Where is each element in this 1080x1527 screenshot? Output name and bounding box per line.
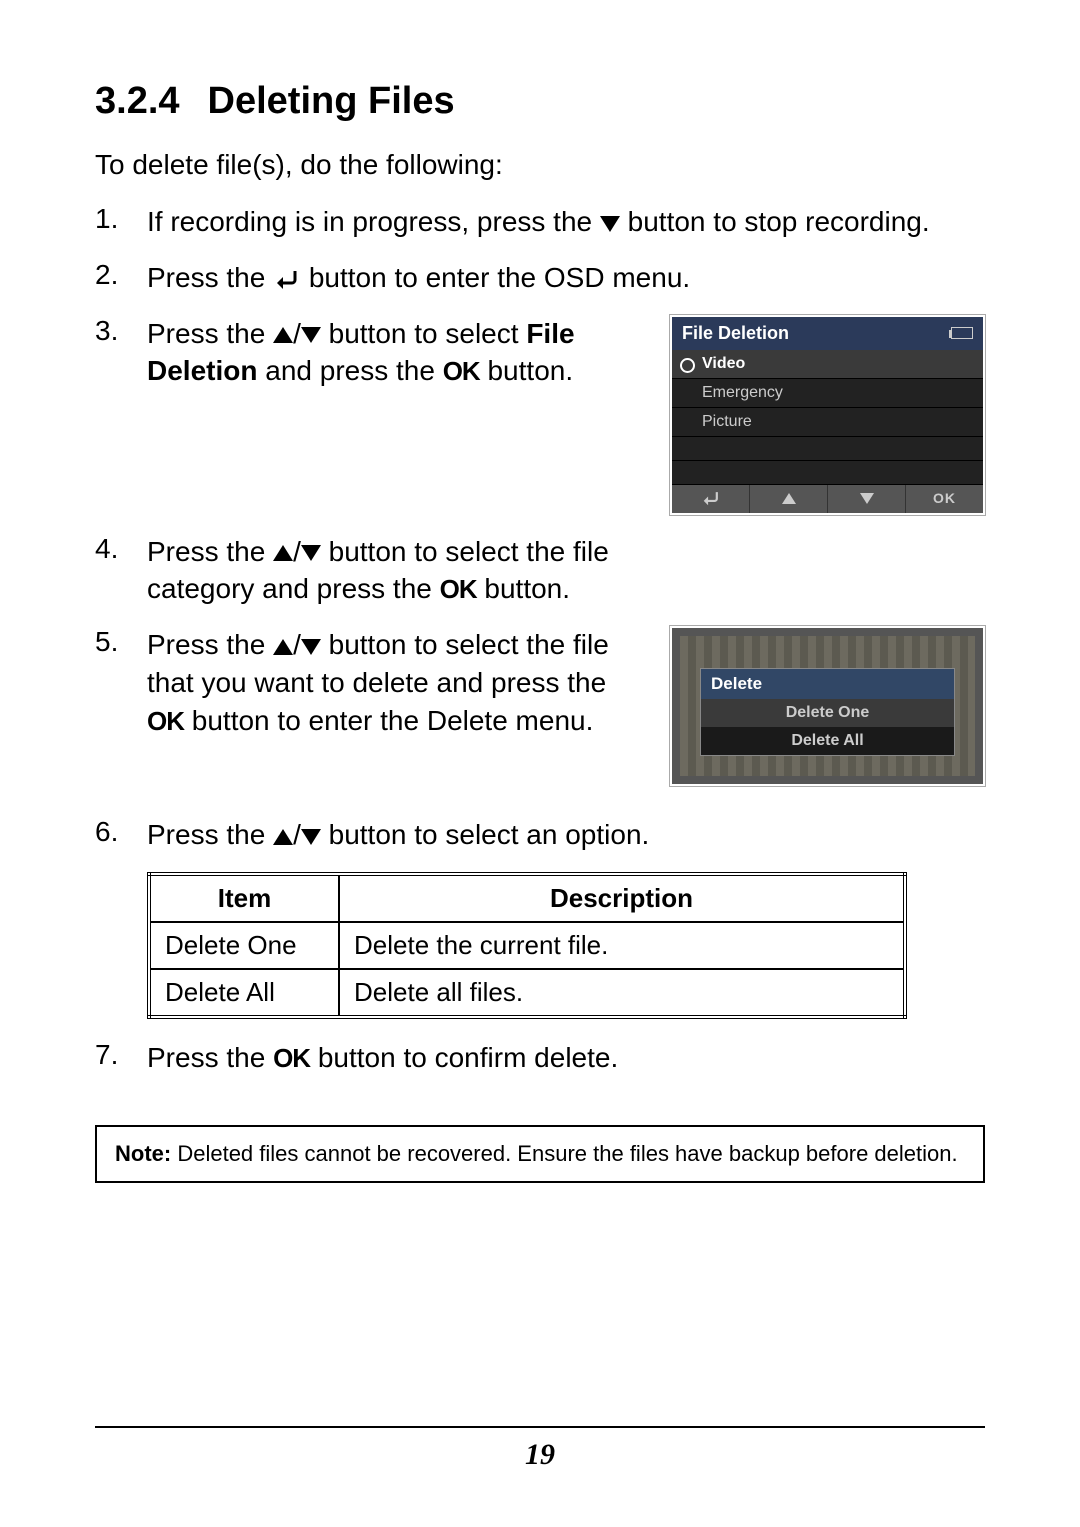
osd-file-deletion-panel: File Deletion Video Emergency Picture OK: [670, 315, 985, 515]
options-table: Item Description Delete One Delete the c…: [147, 872, 907, 1019]
step-number: 5.: [95, 626, 147, 739]
step-text: Press the / button to select the file ca…: [147, 533, 627, 609]
table-header-desc: Description: [339, 874, 905, 922]
steps-list: 1. If recording is in progress, press th…: [95, 203, 985, 854]
table-header-item: Item: [149, 874, 339, 922]
up-arrow-icon: [273, 639, 293, 655]
osd-item-picture: Picture: [672, 408, 983, 437]
step-text: Press the / button to select an option.: [147, 816, 985, 854]
return-icon: [273, 262, 301, 293]
down-arrow-icon: [301, 829, 321, 845]
table-row: Delete All Delete all files.: [149, 969, 905, 1017]
osd-item-video: Video: [672, 350, 983, 379]
section-heading: 3.2.4 Deleting Files: [95, 80, 985, 123]
down-arrow-icon: [301, 545, 321, 561]
note-text: Deleted files cannot be recovered. Ensur…: [171, 1141, 957, 1166]
osd-up-button: [750, 485, 828, 513]
delete-option-all: Delete All: [701, 727, 954, 755]
osd-delete-panel: Delete Delete One Delete All: [670, 626, 985, 786]
step-text: Press the / button to select File Deleti…: [147, 315, 646, 391]
table-row: Delete One Delete the current file.: [149, 922, 905, 969]
up-arrow-icon: [273, 327, 293, 343]
intro-text: To delete file(s), do the following:: [95, 149, 985, 181]
note-label: Note:: [115, 1141, 171, 1166]
step-text: Press the / button to select the file th…: [147, 626, 646, 739]
step-number: 2.: [95, 259, 147, 297]
ok-label-icon: OK: [147, 706, 184, 736]
step-text: Press the OK button to confirm delete.: [147, 1039, 985, 1077]
step-text: If recording is in progress, press the b…: [147, 203, 985, 241]
step-number: 6.: [95, 816, 147, 854]
osd-title: File Deletion: [682, 323, 789, 344]
up-arrow-icon: [273, 829, 293, 845]
page-number: 19: [95, 1426, 985, 1472]
heading-number: 3.2.4: [95, 80, 180, 123]
osd-ok-button: OK: [906, 485, 983, 513]
delete-option-one: Delete One: [701, 699, 954, 727]
step-number: 1.: [95, 203, 147, 241]
up-arrow-icon: [273, 545, 293, 561]
step-number: 7.: [95, 1039, 147, 1077]
note-box: Note: Deleted files cannot be recovered.…: [95, 1125, 985, 1183]
osd-item-emergency: Emergency: [672, 379, 983, 408]
osd-button-row: OK: [672, 485, 983, 513]
ok-label-icon: OK: [440, 574, 477, 604]
ok-label-icon: OK: [273, 1043, 310, 1073]
delete-menu-title: Delete: [701, 669, 954, 699]
down-arrow-icon: [600, 216, 620, 232]
osd-return-button: [672, 485, 750, 513]
ok-label-icon: OK: [443, 356, 480, 386]
step-text: Press the button to enter the OSD menu.: [147, 259, 985, 297]
heading-title: Deleting Files: [208, 80, 455, 123]
battery-icon: [951, 327, 973, 339]
down-arrow-icon: [301, 639, 321, 655]
down-arrow-icon: [301, 327, 321, 343]
step-number: 4.: [95, 533, 147, 609]
step-number: 3.: [95, 315, 147, 391]
osd-down-button: [828, 485, 906, 513]
steps-list-cont: 7. Press the OK button to confirm delete…: [95, 1039, 985, 1077]
